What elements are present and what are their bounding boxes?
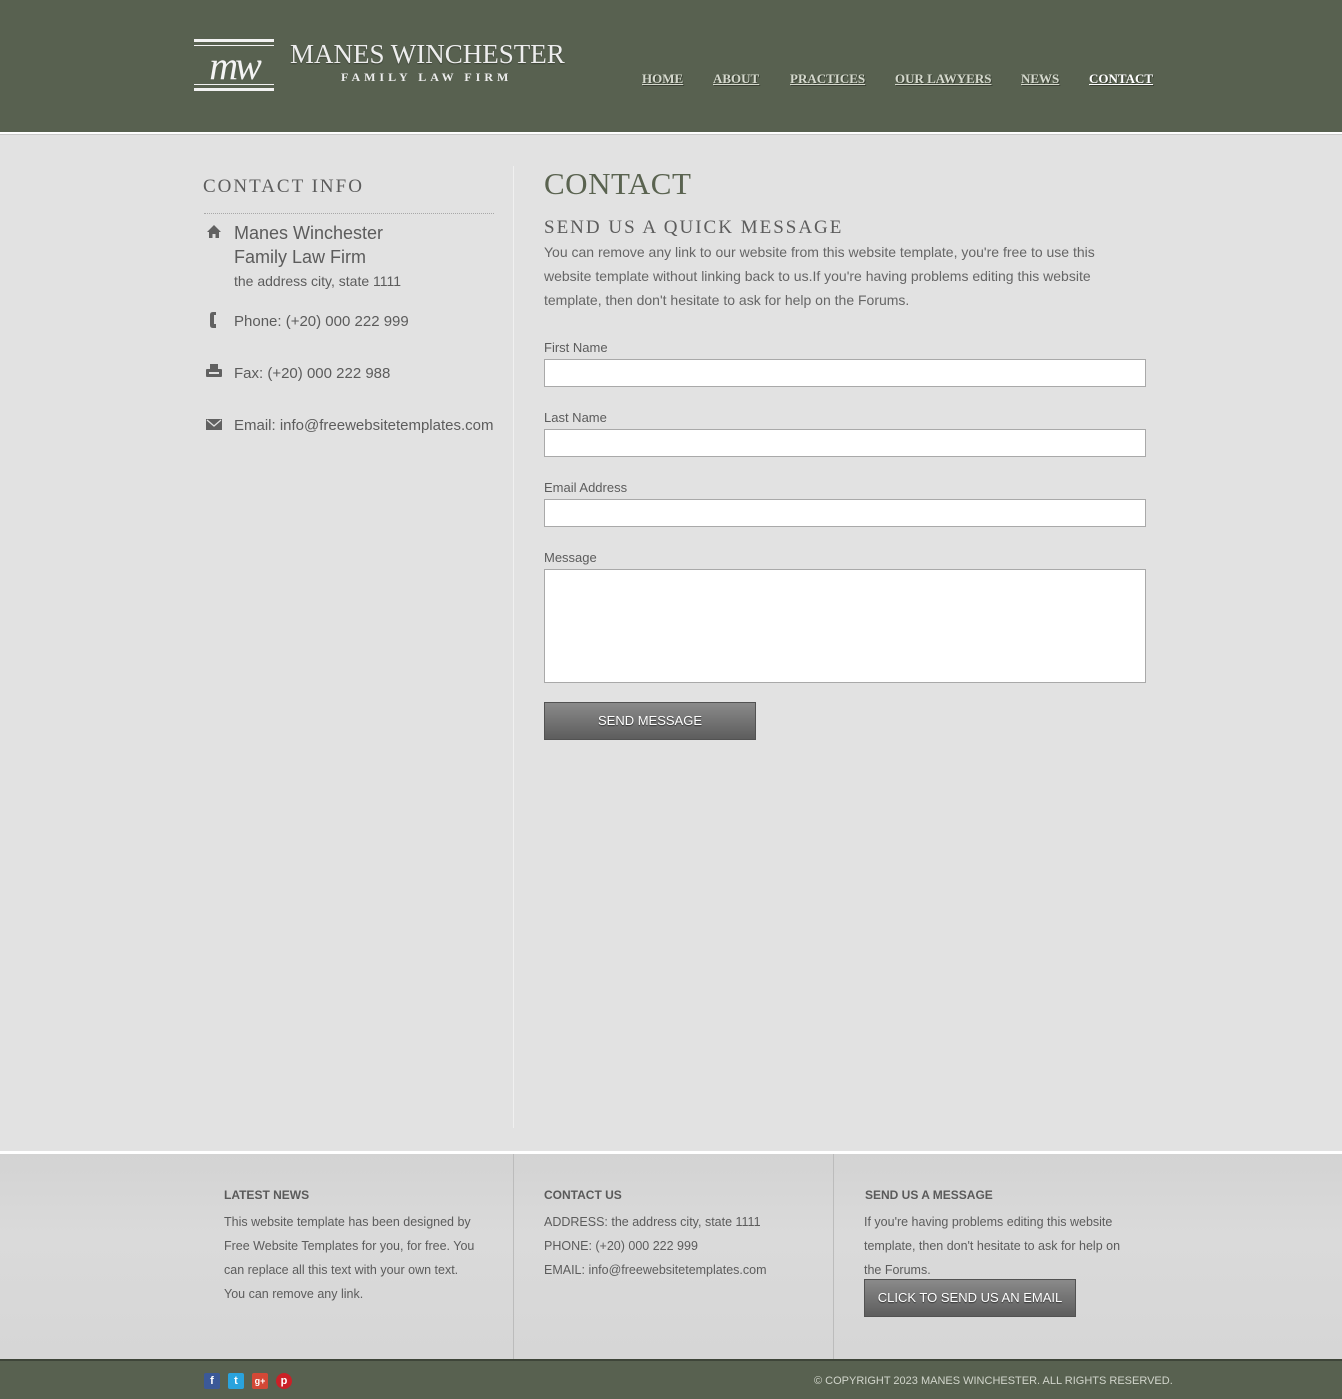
footer-news-text: This website template has been designed … bbox=[224, 1215, 475, 1301]
contact-info-title: CONTACT INFO bbox=[203, 176, 364, 197]
footer-message-title: SEND US A MESSAGE bbox=[865, 1188, 993, 1202]
nav-home[interactable]: HOME bbox=[642, 71, 683, 87]
email-us-button[interactable]: CLICK TO SEND US AN EMAIL bbox=[864, 1279, 1076, 1317]
pinterest-icon[interactable]: p bbox=[276, 1373, 292, 1389]
footer-contact-title: CONTACT US bbox=[544, 1188, 622, 1202]
first-name-label: First Name bbox=[544, 340, 608, 355]
facebook-icon[interactable]: f bbox=[204, 1373, 220, 1389]
site-header: mw MANES WINCHESTER FAMILY LAW FIRM HOME… bbox=[0, 0, 1342, 134]
fax-icon bbox=[206, 364, 222, 377]
site-logo[interactable]: mw MANES WINCHESTER FAMILY LAW FIRM bbox=[194, 39, 565, 94]
footer-divider-1 bbox=[513, 1154, 514, 1362]
nav-about[interactable]: ABOUT bbox=[713, 71, 759, 87]
contact-email: Email: info@freewebsitetemplates.com bbox=[234, 417, 494, 434]
nav-contact[interactable]: CONTACT bbox=[1089, 71, 1153, 87]
logo-firm-name: MANES WINCHESTER bbox=[290, 39, 565, 69]
last-name-field[interactable] bbox=[544, 429, 1146, 457]
logo-monogram-text: mw bbox=[209, 43, 262, 88]
first-name-field[interactable] bbox=[544, 359, 1146, 387]
nav-news[interactable]: NEWS bbox=[1021, 71, 1059, 87]
send-message-button[interactable]: SEND MESSAGE bbox=[544, 702, 756, 740]
twitter-icon[interactable]: t bbox=[228, 1373, 244, 1389]
nav-practices[interactable]: PRACTICES bbox=[790, 71, 865, 87]
copyright-text: © COPYRIGHT 2023 MANES WINCHESTER. ALL R… bbox=[814, 1375, 1173, 1387]
email-label: Email Address bbox=[544, 480, 628, 495]
footer-divider-2 bbox=[833, 1154, 834, 1362]
nav-our-lawyers[interactable]: OUR LAWYERS bbox=[895, 71, 991, 87]
footer-latest-news: LATEST NEWS This website template has be… bbox=[224, 1154, 484, 1362]
contact-fax: Fax: (+20) 000 222 988 bbox=[234, 365, 391, 382]
footer-contact-us: CONTACT US ADDRESS: the address city, st… bbox=[544, 1154, 814, 1362]
footer-contact-phone: PHONE: (+20) 000 222 999 bbox=[544, 1239, 698, 1253]
footer-contact-address: ADDRESS: the address city, state 1111 bbox=[544, 1215, 761, 1229]
firm-name-line1: Manes Winchester bbox=[234, 223, 384, 243]
phone-icon bbox=[210, 312, 216, 328]
logo-monogram: mw bbox=[194, 39, 274, 91]
message-field[interactable] bbox=[544, 569, 1146, 683]
mail-icon bbox=[206, 419, 222, 430]
footer-contact-email: EMAIL: info@freewebsitetemplates.com bbox=[544, 1263, 767, 1277]
site-footer: LATEST NEWS This website template has be… bbox=[0, 1151, 1342, 1362]
footer-send-message: SEND US A MESSAGE If you're having probl… bbox=[864, 1154, 1134, 1362]
page-title: CONTACT bbox=[544, 166, 692, 201]
google-plus-icon[interactable]: g+ bbox=[252, 1373, 268, 1389]
form-subtitle: SEND US A QUICK MESSAGE bbox=[544, 217, 844, 238]
logo-firm-subtitle: FAMILY LAW FIRM bbox=[341, 70, 513, 84]
message-label: Message bbox=[544, 550, 597, 565]
firm-address: the address city, state 1111 bbox=[234, 273, 402, 289]
column-divider bbox=[513, 166, 514, 1128]
home-icon bbox=[207, 225, 221, 238]
email-field[interactable] bbox=[544, 499, 1146, 527]
sidebar-divider bbox=[204, 213, 494, 214]
intro-text: You can remove any link to our website f… bbox=[544, 244, 1095, 308]
last-name-label: Last Name bbox=[544, 410, 607, 425]
contact-phone: Phone: (+20) 000 222 999 bbox=[234, 313, 409, 330]
footer-message-text: If you're having problems editing this w… bbox=[864, 1215, 1121, 1277]
footer-news-title: LATEST NEWS bbox=[224, 1188, 310, 1202]
bottom-bar: f t g+ p © COPYRIGHT 2023 MANES WINCHEST… bbox=[0, 1359, 1342, 1399]
firm-name-line2: Family Law Firm bbox=[234, 247, 367, 267]
